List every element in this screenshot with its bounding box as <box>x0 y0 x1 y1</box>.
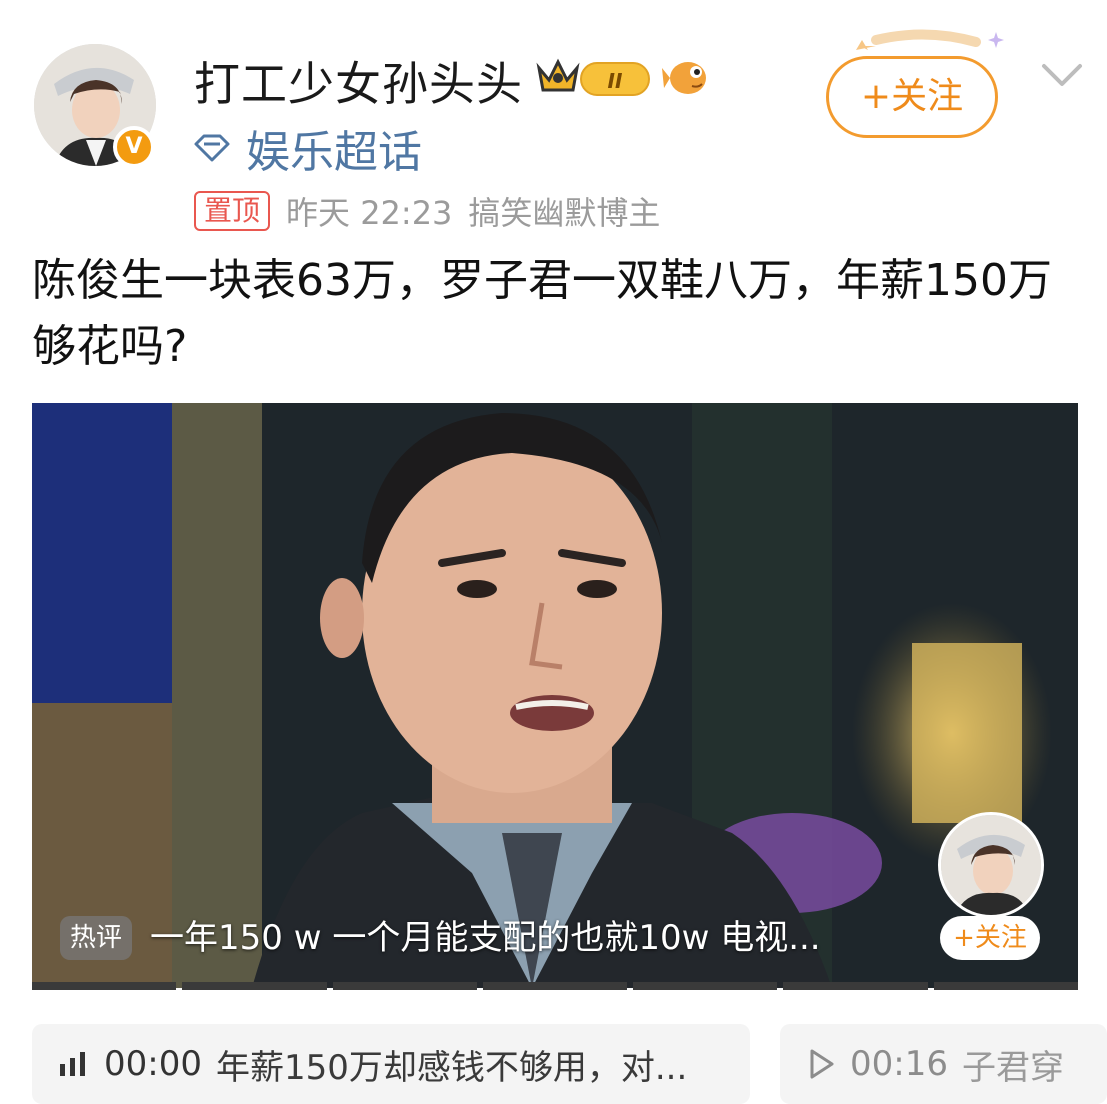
chapter-chip-2[interactable]: 00:16 子君穿 <box>780 1024 1107 1104</box>
video-player[interactable] <box>32 403 1078 988</box>
super-topic-link[interactable]: 娱乐超话 <box>192 116 422 180</box>
crown-icon <box>536 58 580 92</box>
fish-emoji-icon <box>662 62 706 94</box>
post-text: 陈俊生一块表63万，罗子君一双鞋八万，年薪150万够花吗? <box>32 255 1052 372</box>
video-progress-segments <box>32 982 1078 990</box>
level-badge: II <box>580 62 650 96</box>
username[interactable]: 打工少女孙头头 <box>194 48 523 114</box>
chapter-time: 00:00 <box>104 1044 202 1084</box>
hot-comment-tag: 热评 <box>60 916 132 960</box>
video-author-avatar[interactable] <box>938 812 1044 918</box>
equalizer-icon <box>60 1052 85 1076</box>
video-frame-image <box>32 403 1078 988</box>
timestamp: 昨天 22:23 <box>286 194 453 232</box>
hot-comment-text[interactable]: 一年150 w 一个月能支配的也就10w 电视... <box>150 910 821 959</box>
post-meta: 置顶 昨天 22:23 搞笑幽默博主 <box>194 188 660 234</box>
play-outline-icon <box>810 1049 834 1079</box>
follow-button[interactable]: +关注 <box>826 56 998 138</box>
author-tag: 搞笑幽默博主 <box>468 194 661 232</box>
video-author-avatar-image <box>941 815 1041 915</box>
verified-v-icon: V <box>113 126 155 168</box>
chapter-title: 年薪150万却感钱不够用，对... <box>215 1047 688 1088</box>
video-follow-button[interactable]: +关注 <box>940 916 1040 960</box>
chapter-title: 子君穿 <box>961 1047 1064 1088</box>
diamond-icon <box>194 134 230 162</box>
chapter-chip-1[interactable]: 00:00 年薪150万却感钱不够用，对... <box>32 1024 750 1104</box>
chapter-time: 00:16 <box>850 1044 948 1084</box>
super-topic-label: 娱乐超话 <box>246 127 422 178</box>
pinned-tag: 置顶 <box>194 191 271 231</box>
chevron-down-icon[interactable] <box>1038 58 1086 92</box>
